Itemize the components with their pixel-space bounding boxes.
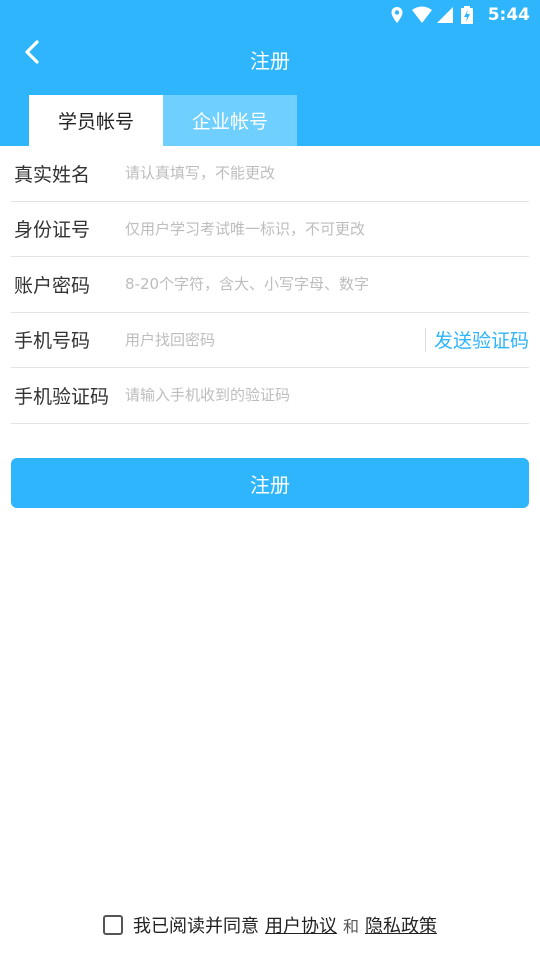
id-number-label: 身份证号 [14, 219, 91, 242]
real-name-input[interactable] [125, 146, 529, 201]
signal-icon [436, 6, 454, 24]
password-input[interactable] [125, 257, 529, 312]
password-label: 账户密码 [14, 274, 91, 297]
verify-code-input[interactable] [125, 368, 529, 423]
page-title: 注册 [250, 49, 290, 73]
agreement-row: 我已阅读并同意 用户协议 和 隐私政策 [0, 912, 540, 938]
register-form: 真实姓名 身份证号 账户密码 手机号码 发送验证码 手机验证码 [11, 146, 529, 424]
form-row-real-name: 真实姓名 [11, 146, 529, 202]
agreement-checkbox[interactable] [102, 915, 123, 935]
agreement-text: 我已阅读并同意 [132, 916, 259, 937]
user-agreement-link[interactable]: 用户协议 [265, 912, 337, 938]
tab-enterprise-account[interactable]: 企业帐号 [163, 95, 297, 146]
register-button[interactable]: 注册 [11, 458, 529, 508]
battery-icon [460, 6, 478, 24]
status-time: 5:44 [487, 5, 530, 25]
status-bar: 5:44 [388, 0, 540, 30]
tab-student-account[interactable]: 学员帐号 [29, 95, 163, 146]
verify-code-label: 手机验证码 [14, 385, 110, 408]
real-name-label: 真实姓名 [14, 163, 91, 186]
form-row-verify-code: 手机验证码 [11, 368, 529, 424]
wifi-icon [411, 6, 432, 24]
account-type-tabs: 学员帐号 企业帐号 [29, 95, 297, 146]
id-number-input[interactable] [125, 201, 529, 256]
location-icon [388, 6, 406, 24]
phone-label: 手机号码 [14, 330, 91, 353]
header-bar: 5:44 注册 学员帐号 企业帐号 [0, 0, 540, 146]
privacy-policy-link[interactable]: 隐私政策 [365, 912, 437, 938]
form-row-phone: 手机号码 发送验证码 [11, 312, 529, 368]
form-row-id-number: 身份证号 [11, 201, 529, 257]
phone-input[interactable] [125, 312, 425, 367]
agreement-and-text: 和 [342, 917, 359, 936]
form-row-password: 账户密码 [11, 257, 529, 313]
send-code-button[interactable]: 发送验证码 [424, 327, 529, 352]
